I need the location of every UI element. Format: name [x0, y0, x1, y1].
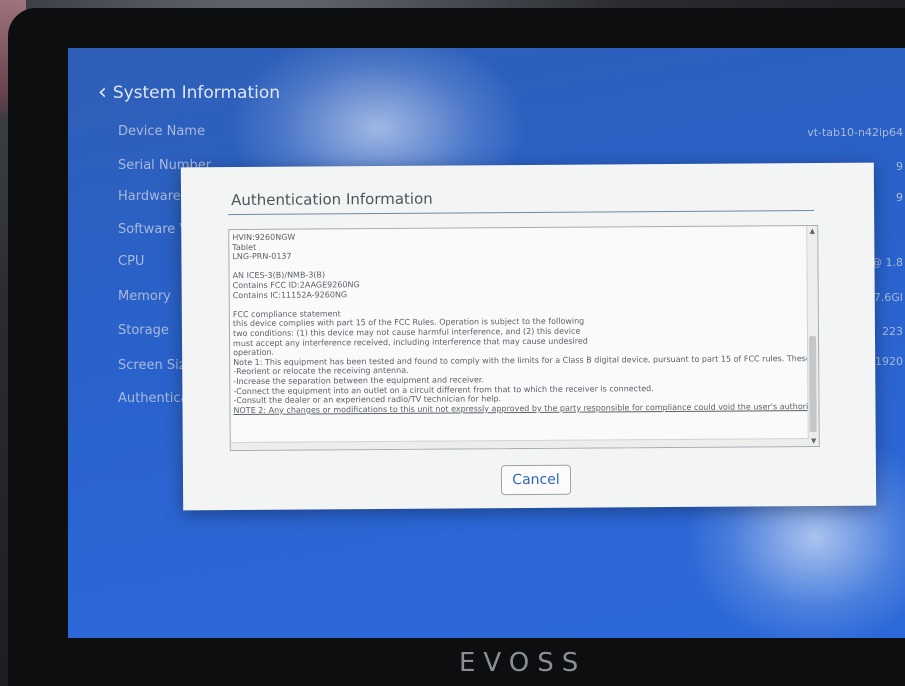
- scroll-thumb[interactable]: [809, 335, 817, 433]
- authentication-text: HVIN:9260NGW Tablet LNG-PRN-0137 AN ICES-3…: [232, 229, 820, 415]
- row-value-cpu: @ 1.8: [871, 256, 903, 269]
- authentication-dialog: Authentication Information HVIN:9260NGW T…: [180, 162, 877, 511]
- photo-background: ‹ System Information Device Name vt-tab1…: [0, 0, 905, 686]
- row-label-cpu: CPU: [118, 254, 145, 269]
- cancel-button[interactable]: Cancel: [500, 464, 572, 496]
- row-label-device-name: Device Name: [118, 124, 205, 139]
- row-value-memory: 7.6GI: [873, 291, 903, 304]
- scroll-down-icon[interactable]: ▼: [809, 436, 819, 446]
- row-value-storage: 223: [882, 325, 903, 338]
- horizontal-scrollbar[interactable]: [230, 438, 809, 451]
- vertical-scrollbar[interactable]: ▲ ▼: [806, 225, 819, 447]
- row-label-storage: Storage: [118, 323, 169, 338]
- scroll-up-icon[interactable]: ▲: [807, 226, 817, 236]
- authentication-text-area[interactable]: HVIN:9260NGW Tablet LNG-PRN-0137 AN ICES-3…: [228, 224, 820, 452]
- chevron-left-icon: ‹: [98, 80, 107, 105]
- title-divider: [228, 210, 815, 216]
- brand-logo: EVOSS: [459, 648, 587, 678]
- row-label-memory: Memory: [118, 289, 171, 304]
- row-value-hardware: 9: [896, 191, 903, 204]
- row-value-serial: 9: [896, 160, 903, 173]
- row-value-device-name: vt-tab10-n42ip64: [807, 126, 903, 139]
- dialog-title: Authentication Information: [230, 189, 433, 210]
- row-value-screen-size: 1920: [875, 355, 903, 368]
